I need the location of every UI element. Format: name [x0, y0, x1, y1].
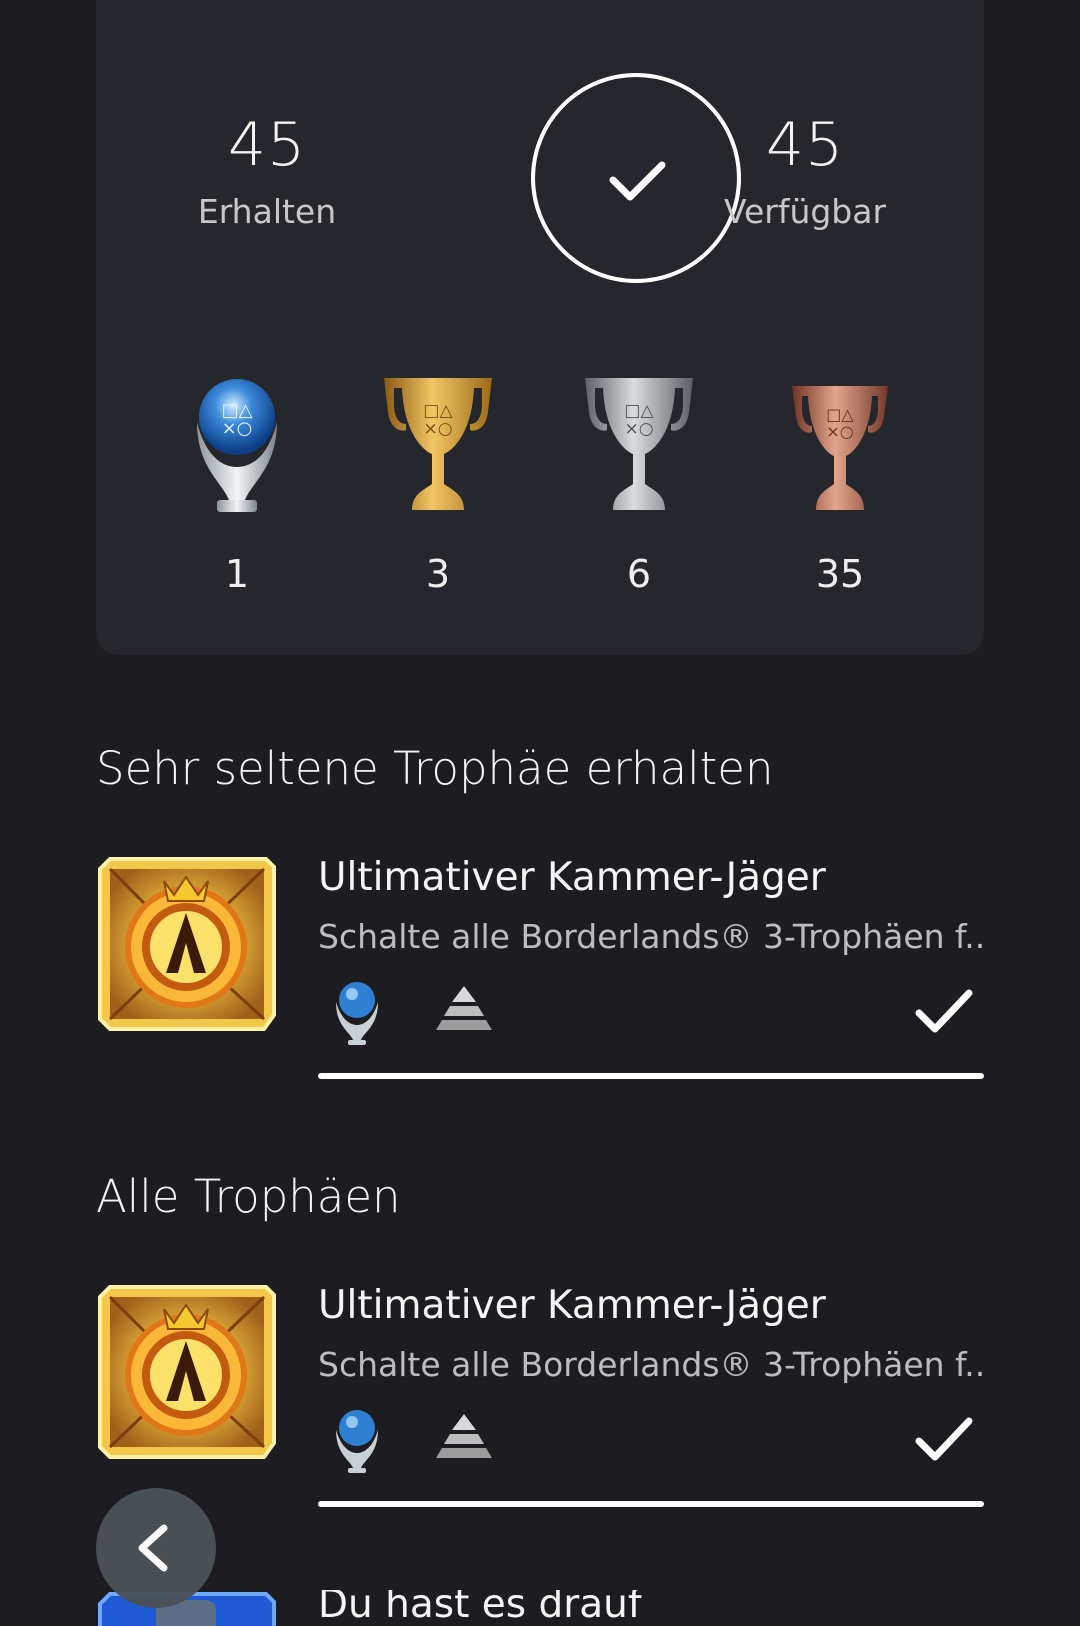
- available-label: Verfügbar: [723, 192, 887, 231]
- all-trophies-title: Alle Trophäen: [96, 1170, 401, 1223]
- svg-text:□△: □△: [423, 401, 453, 421]
- back-button[interactable]: [96, 1488, 216, 1608]
- gold-trophy-icon: □△ ×○: [384, 378, 492, 510]
- svg-text:×○: ×○: [222, 418, 253, 439]
- earned-count: 45: [227, 110, 307, 180]
- rarity-pyramid-icon: [436, 1414, 492, 1458]
- gold-count: 3: [425, 552, 451, 596]
- platinum-trophy-icon: [336, 982, 378, 1045]
- bronze-trophy-icon: □△ ×○: [792, 386, 888, 510]
- platinum-trophy-icon: □△ ×○: [197, 379, 277, 512]
- svg-text:□△: □△: [624, 401, 654, 421]
- earned-label: Erhalten: [197, 192, 337, 231]
- trophy-description: Schalte alle Borderlands® 3-Trophäen f..…: [318, 917, 984, 956]
- rarity-pyramid-icon: [436, 986, 492, 1030]
- check-icon: [915, 989, 973, 1033]
- svg-text:×○: ×○: [423, 419, 452, 439]
- silver-count: 6: [626, 552, 652, 596]
- trophy-row[interactable]: Du hast es drauf: [96, 1590, 984, 1626]
- earned-stat: 45 Erhalten: [137, 110, 397, 231]
- trophy-grade-and-rarity: [336, 1410, 492, 1473]
- gold-trophy-stat[interactable]: □△ ×○ 3: [368, 372, 508, 596]
- available-stat: 45 Verfügbar: [675, 110, 935, 231]
- trophy-name: Ultimativer Kammer-Jäger: [318, 1283, 826, 1328]
- platinum-trophy-icon: [336, 1410, 378, 1473]
- trophy-grade-and-rarity: [336, 982, 492, 1045]
- progress-bar: [318, 1073, 984, 1079]
- trophy-description: Schalte alle Borderlands® 3-Trophäen f..…: [318, 1345, 984, 1384]
- chevron-left-icon: [138, 1524, 168, 1572]
- silver-trophy-stat[interactable]: □△ ×○ 6: [569, 372, 709, 596]
- rare-trophy-row[interactable]: Ultimativer Kammer-Jäger Schalte alle Bo…: [96, 855, 984, 1115]
- trophy-meta: [332, 1408, 512, 1478]
- svg-text:×○: ×○: [624, 419, 653, 439]
- available-count: 45: [765, 110, 845, 180]
- platinum-count: 1: [224, 552, 250, 596]
- vault-hunter-trophy-art: [98, 857, 276, 1031]
- trophy-name: Ultimativer Kammer-Jäger: [318, 855, 826, 900]
- svg-text:×○: ×○: [826, 422, 853, 441]
- rare-section-title: Sehr seltene Trophäe erhalten: [96, 742, 774, 795]
- trophy-name: Du hast es drauf: [318, 1590, 642, 1626]
- bronze-count: 35: [815, 552, 865, 596]
- trophy-summary-card: 45 Erhalten 45 Verfügbar □△ ×○ 1 □△ ×○ 3…: [96, 0, 984, 655]
- silver-trophy-icon: □△ ×○: [585, 378, 693, 510]
- trophy-meta: [332, 980, 512, 1050]
- progress-bar: [318, 1501, 984, 1507]
- vault-hunter-trophy-art: [98, 1285, 276, 1459]
- trophy-row[interactable]: Ultimativer Kammer-Jäger Schalte alle Bo…: [96, 1283, 984, 1543]
- bronze-trophy-stat[interactable]: □△ ×○ 35: [770, 372, 910, 596]
- platinum-trophy-stat[interactable]: □△ ×○ 1: [167, 372, 307, 596]
- check-icon: [915, 1417, 973, 1461]
